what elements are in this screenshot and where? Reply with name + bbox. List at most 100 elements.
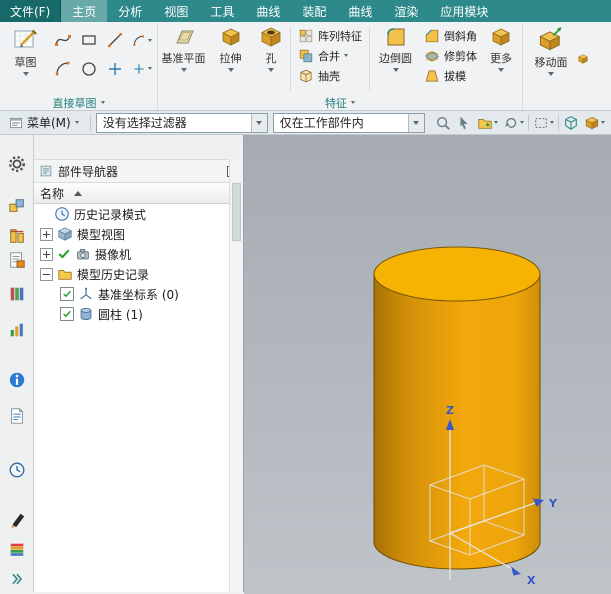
move-face-button[interactable]: 移动面 xyxy=(525,23,577,95)
extrude-caret[interactable] xyxy=(228,68,234,72)
tree-item-model-history[interactable]: 模型历史记录 xyxy=(34,264,230,284)
datum-csys-checkbox[interactable] xyxy=(60,287,74,301)
touch-mode-button[interactable] xyxy=(5,153,29,175)
tree-item-history-mode[interactable]: 历史记录模式 xyxy=(34,204,230,224)
draft-button[interactable]: 拔模 xyxy=(420,66,481,85)
history-palette-button[interactable] xyxy=(5,459,29,481)
move-face-caret[interactable] xyxy=(548,72,554,76)
selection-scope-caret[interactable] xyxy=(408,114,424,132)
navigator-scrollbar-thumb[interactable] xyxy=(232,183,241,241)
tab-tools[interactable]: 工具 xyxy=(199,0,245,22)
pattern-feature-label: 阵列特征 xyxy=(318,28,362,44)
folder-add-caret[interactable] xyxy=(494,121,498,124)
extrude-button[interactable]: 拉伸 xyxy=(207,23,254,95)
move-face-icon xyxy=(538,26,564,52)
point-button[interactable] xyxy=(103,56,127,81)
hole-button[interactable]: 孔 xyxy=(254,23,288,95)
cylinder-body[interactable] xyxy=(374,274,540,569)
move-face-label: 移动面 xyxy=(535,54,568,70)
direct-sketch-group-label-row[interactable]: 直接草图 xyxy=(2,95,155,110)
datum-plane-caret[interactable] xyxy=(181,68,187,72)
process-studio-button[interactable] xyxy=(5,509,29,531)
tab-home[interactable]: 主页 xyxy=(61,0,107,22)
tab-curve-2[interactable]: 曲线 xyxy=(337,0,383,22)
roles-button[interactable] xyxy=(5,539,29,561)
tab-curve[interactable]: 曲线 xyxy=(245,0,291,22)
constraint-navigator-button[interactable] xyxy=(5,225,29,247)
selection-filter-caret[interactable] xyxy=(251,114,267,132)
reuse-library-button[interactable] xyxy=(5,283,29,305)
menu-caret xyxy=(75,121,79,124)
profile-curve-button[interactable] xyxy=(51,27,75,52)
more-button[interactable]: 更多 xyxy=(482,23,520,95)
pattern-feature-button[interactable]: 阵列特征 xyxy=(294,26,366,45)
sketch-button[interactable]: 草图 xyxy=(2,23,49,95)
name-column-header[interactable]: 名称 xyxy=(34,183,230,204)
file-menu-button[interactable]: 文件(F) xyxy=(0,0,61,22)
cycle-selection-button[interactable] xyxy=(502,114,525,132)
model-views-icon xyxy=(57,226,73,242)
cylinder-top-face[interactable] xyxy=(374,247,540,301)
clipped-ribbon-button[interactable] xyxy=(577,23,589,95)
assembly-navigator-button[interactable] xyxy=(5,195,29,217)
edge-blend-caret[interactable] xyxy=(393,68,399,72)
edge-blend-button[interactable]: 边倒圆 xyxy=(372,23,419,95)
feature-group-label-row[interactable]: 特征 xyxy=(160,95,520,110)
arc-button[interactable] xyxy=(51,56,75,81)
shell-button[interactable]: 抽壳 xyxy=(294,66,366,85)
shaded-view-button[interactable] xyxy=(583,114,606,132)
hole-caret[interactable] xyxy=(268,68,274,72)
chamfer-button[interactable]: 倒斜角 xyxy=(420,26,481,45)
rectangle-select-button[interactable] xyxy=(532,114,555,132)
selection-filter-dropdown[interactable]: 没有选择过滤器 xyxy=(96,113,268,133)
expand-cameras-icon[interactable] xyxy=(40,248,53,261)
part-navigator-button[interactable] xyxy=(5,249,29,271)
hd3d-tools-button[interactable] xyxy=(5,369,29,391)
circle-button[interactable] xyxy=(77,56,101,81)
extrude-label: 拉伸 xyxy=(220,50,242,66)
selection-scope-dropdown[interactable]: 仅在工作部件内 xyxy=(273,113,425,133)
more-caret[interactable] xyxy=(498,68,504,72)
navigator-scrollbar[interactable] xyxy=(229,159,243,592)
more-curves-button[interactable] xyxy=(130,28,154,53)
find-component-button[interactable] xyxy=(434,114,452,132)
tree-item-datum-csys[interactable]: 基准坐标系 (0) xyxy=(34,284,230,304)
sketch-curve-palette xyxy=(49,23,129,95)
resource-bar xyxy=(0,135,34,592)
constraint-gallery-caret[interactable] xyxy=(148,67,152,70)
select-pointer-button[interactable] xyxy=(455,114,473,132)
shaded-view-caret[interactable] xyxy=(601,121,605,124)
sketch-dropdown-caret[interactable] xyxy=(23,72,29,76)
tree-item-cameras[interactable]: 摄像机 xyxy=(34,244,230,264)
menu-button[interactable]: 菜单(M) xyxy=(3,112,85,133)
web-browser-button[interactable] xyxy=(5,405,29,427)
tab-application[interactable]: 应用模块 xyxy=(429,0,499,22)
open-in-window-button[interactable] xyxy=(476,114,499,132)
green-check-icon xyxy=(57,247,71,261)
visual-reports-button[interactable] xyxy=(5,319,29,341)
sketch-constraints-button[interactable] xyxy=(130,56,154,81)
tab-view[interactable]: 视图 xyxy=(153,0,199,22)
separator xyxy=(290,27,291,91)
graphics-window[interactable]: Z Y X xyxy=(244,135,611,592)
unite-caret[interactable] xyxy=(344,54,348,57)
rectangle-select-caret[interactable] xyxy=(550,121,554,124)
tab-analysis[interactable]: 分析 xyxy=(107,0,153,22)
datum-plane-button[interactable]: 基准平面 xyxy=(160,23,207,95)
viewport-canvas[interactable]: Z Y X xyxy=(244,135,611,594)
cycle-caret[interactable] xyxy=(520,121,524,124)
unite-button[interactable]: 合并 xyxy=(294,46,366,65)
resource-bar-overflow-button[interactable] xyxy=(5,568,29,590)
expand-model-views-icon[interactable] xyxy=(40,228,53,241)
tree-item-cylinder[interactable]: 圆柱 (1) xyxy=(34,304,230,324)
line-button[interactable] xyxy=(103,27,127,52)
tree-item-model-views[interactable]: 模型视图 xyxy=(34,224,230,244)
wireframe-view-button[interactable] xyxy=(562,114,580,132)
rectangle-button[interactable] xyxy=(77,27,101,52)
tab-assemblies[interactable]: 装配 xyxy=(291,0,337,22)
collapse-model-history-icon[interactable] xyxy=(40,268,53,281)
trim-body-button[interactable]: 修剪体 xyxy=(420,46,481,65)
tab-render[interactable]: 渲染 xyxy=(383,0,429,22)
cylinder-checkbox[interactable] xyxy=(60,307,74,321)
curve-gallery-caret[interactable] xyxy=(148,39,152,42)
